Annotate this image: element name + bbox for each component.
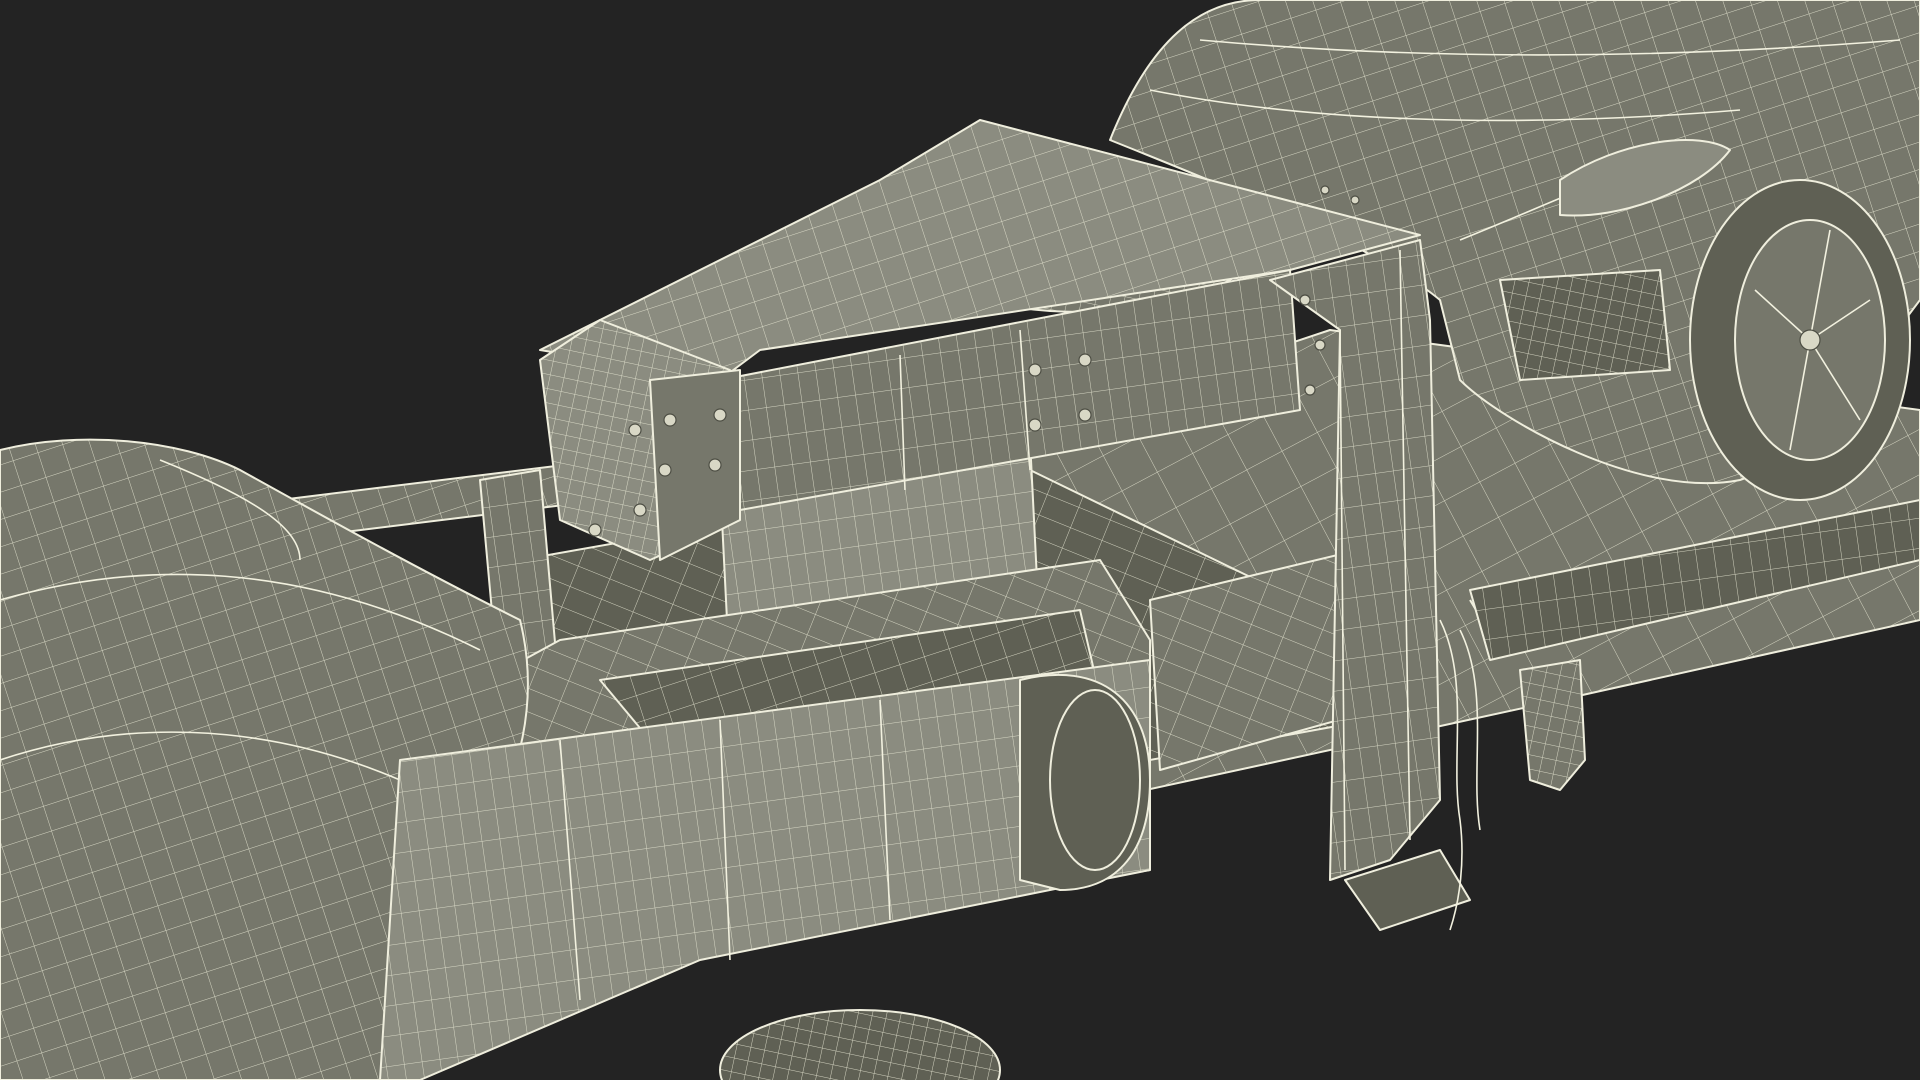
pickup-rear-wheel-arch (1019, 673, 1151, 891)
pickup-rear-tire (719, 1009, 1001, 1080)
trailer-axle-bracket (1519, 659, 1586, 791)
render-viewport (0, 0, 1920, 1080)
wireframe-render (0, 0, 1920, 1080)
suv-front-wheel (1689, 179, 1911, 501)
